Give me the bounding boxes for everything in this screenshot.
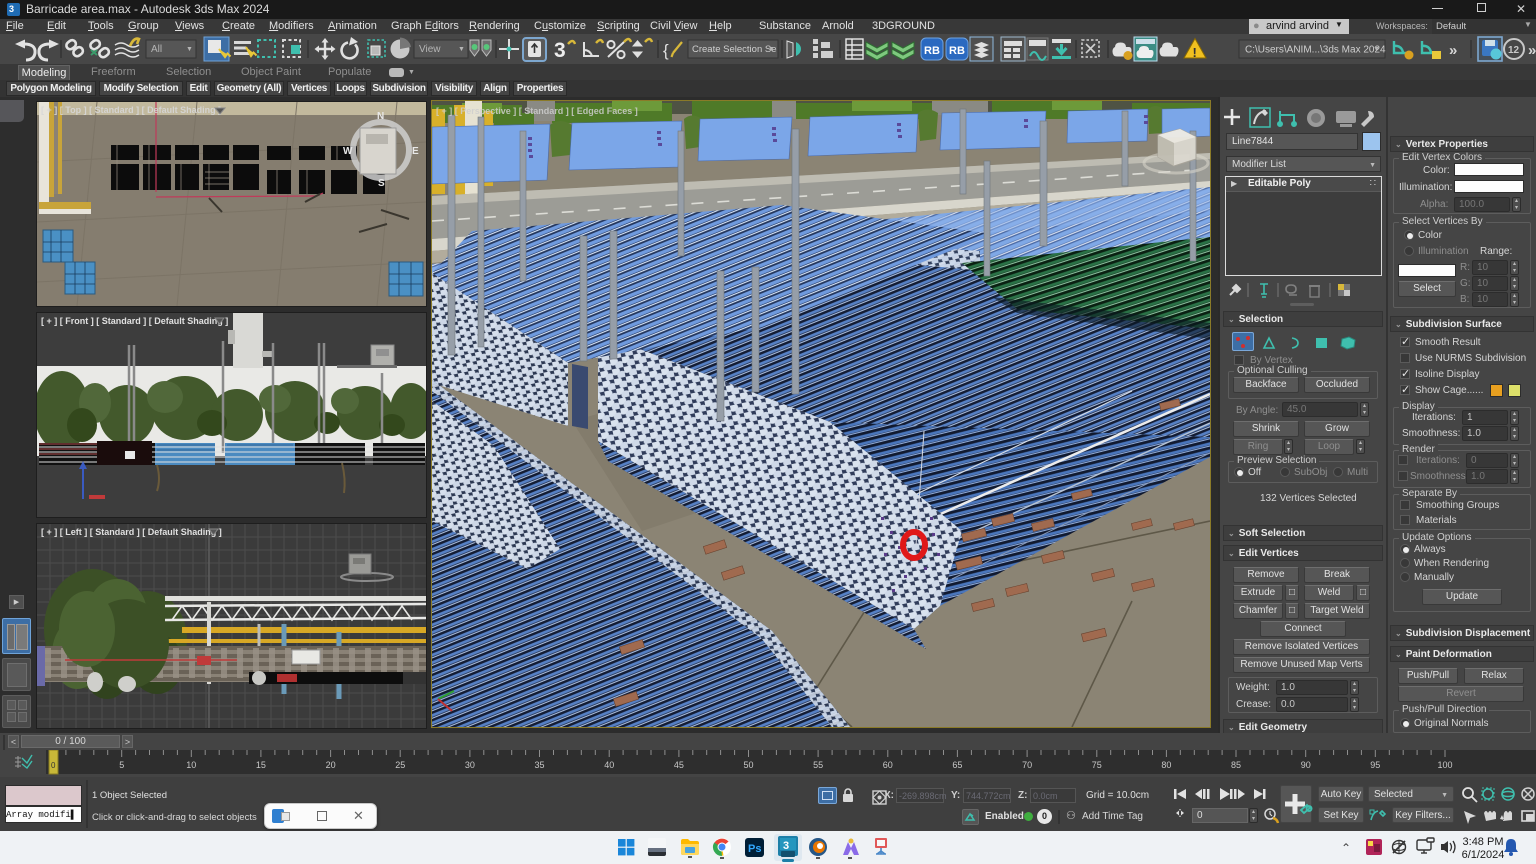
svg-text:60: 60 [883, 760, 893, 770]
svg-text:75: 75 [1092, 760, 1102, 770]
svg-text:{: { [663, 41, 669, 60]
svg-text:[ + ] [ Left ] [ Standard ] [: [ + ] [ Left ] [ Standard ] [ Default Sh… [41, 527, 222, 537]
svg-text:3:48 PM: 3:48 PM [1463, 836, 1504, 848]
svg-text:30: 30 [465, 760, 475, 770]
svg-text:10: 10 [186, 760, 196, 770]
svg-text:▼: ▼ [768, 46, 775, 53]
svg-text:45: 45 [674, 760, 684, 770]
svg-text:35: 35 [534, 760, 544, 770]
svg-text:[ + ] [ Top ] [ Standard ] [ D: [ + ] [ Top ] [ Standard ] [ Default Sha… [41, 105, 221, 115]
svg-text:80: 80 [1161, 760, 1171, 770]
svg-text:55: 55 [813, 760, 823, 770]
svg-text:70: 70 [1022, 760, 1032, 770]
svg-text:▼: ▼ [1373, 46, 1380, 53]
svg-text:⌃: ⌃ [1341, 841, 1351, 855]
svg-text:RB: RB [924, 45, 940, 57]
svg-text:Ps: Ps [748, 843, 761, 855]
svg-text:[ + ] [ Front ] [ Standard ] [: [ + ] [ Front ] [ Standard ] [ Default S… [41, 316, 228, 326]
svg-text:!: ! [1193, 45, 1197, 60]
svg-text:90: 90 [1301, 760, 1311, 770]
svg-text:E: E [412, 146, 419, 157]
svg-text:95: 95 [1370, 760, 1380, 770]
svg-text:C:\Users\ANIM...\3ds Max 2024: C:\Users\ANIM...\3ds Max 2024 [1245, 45, 1386, 56]
svg-text:»: » [1449, 42, 1457, 59]
svg-text:W: W [343, 146, 353, 157]
svg-text:25: 25 [395, 760, 405, 770]
svg-text:20: 20 [326, 760, 336, 770]
svg-text:Create Selection Se: Create Selection Se [692, 44, 777, 55]
svg-text:▼: ▼ [458, 46, 465, 53]
svg-text:3: 3 [783, 840, 789, 852]
svg-text:N: N [377, 111, 384, 122]
svg-text:RB: RB [949, 45, 965, 57]
svg-text:All: All [151, 44, 162, 55]
svg-text:6/1/2024: 6/1/2024 [1462, 849, 1505, 861]
svg-text:»: » [1528, 42, 1536, 59]
svg-text:S: S [378, 178, 385, 189]
svg-text:65: 65 [952, 760, 962, 770]
svg-text:View: View [419, 44, 441, 55]
svg-text:5: 5 [119, 760, 124, 770]
svg-text:15: 15 [256, 760, 266, 770]
svg-text:100: 100 [1437, 760, 1452, 770]
svg-text:85: 85 [1231, 760, 1241, 770]
svg-text:50: 50 [743, 760, 753, 770]
svg-text:▼: ▼ [186, 46, 193, 53]
svg-text:[ + ] [ Perspective ] [ Standa: [ + ] [ Perspective ] [ Standard ] [ Edg… [436, 106, 638, 116]
svg-text:3: 3 [554, 39, 566, 62]
svg-text:40: 40 [604, 760, 614, 770]
svg-text:0: 0 [51, 761, 56, 770]
svg-text:12: 12 [1508, 45, 1520, 56]
